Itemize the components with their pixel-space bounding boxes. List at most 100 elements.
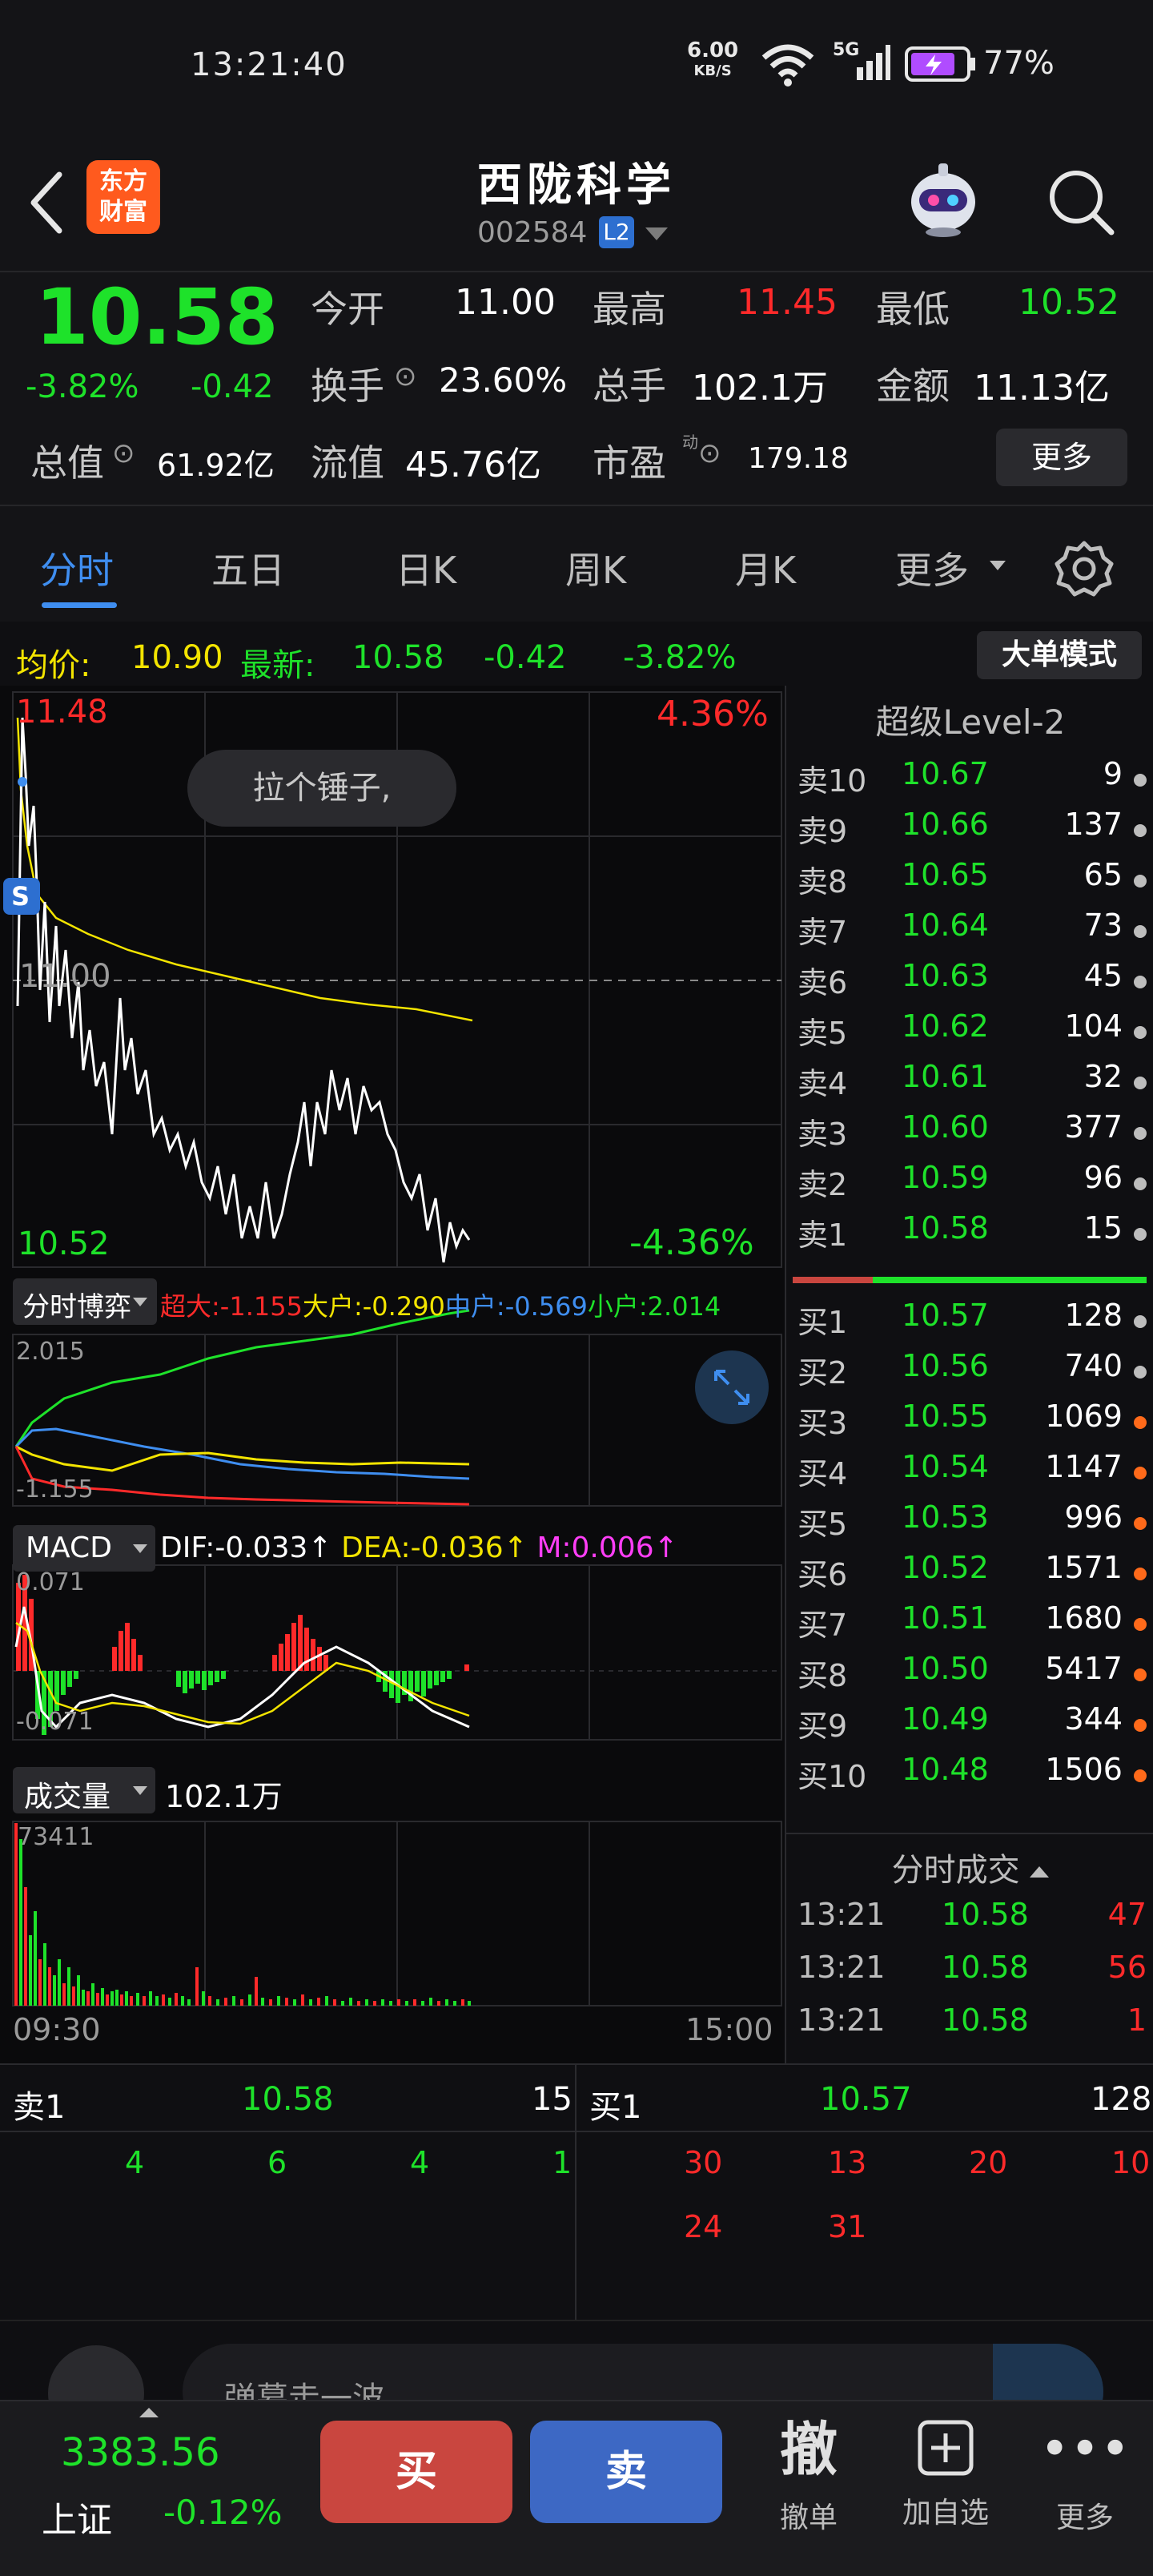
chevron-up-icon[interactable] bbox=[139, 2408, 159, 2417]
order-dot-icon bbox=[1134, 1568, 1147, 1580]
order-dot-icon bbox=[1134, 774, 1147, 787]
status-time: 13:21:40 bbox=[191, 46, 348, 83]
chevron-down-icon[interactable] bbox=[645, 227, 668, 240]
macd-selector[interactable]: MACD bbox=[13, 1525, 155, 1572]
queue-bid-vol: 128 bbox=[1091, 2081, 1152, 2118]
fund-axis-top: 2.015 bbox=[16, 1338, 85, 1366]
add-watchlist-label: 加自选 bbox=[902, 2497, 989, 2530]
order-dot-icon bbox=[1134, 1366, 1147, 1379]
logo-line2: 财富 bbox=[99, 198, 147, 226]
dea-arrow-icon: ↑ bbox=[503, 1532, 537, 1564]
info-icon[interactable]: ⊙ bbox=[112, 437, 135, 469]
stock-code[interactable]: 002584 bbox=[477, 216, 587, 249]
ask-row[interactable]: 卖8 10.65 65 bbox=[786, 857, 1153, 908]
bid-row[interactable]: 买8 10.50 5417 bbox=[786, 1651, 1153, 1702]
tab-weekly-k[interactable]: 周K bbox=[565, 541, 626, 594]
back-arrow-icon[interactable] bbox=[24, 167, 72, 239]
dea-value: -0.036 bbox=[410, 1532, 504, 1564]
order-dot-icon bbox=[1134, 1077, 1147, 1089]
low-label: 最低 bbox=[876, 288, 950, 331]
latest-change: -0.42 bbox=[484, 639, 567, 676]
ask-row[interactable]: 卖10 10.67 9 bbox=[786, 756, 1153, 807]
fund-axis-bottom: -1.155 bbox=[16, 1475, 94, 1503]
network-type: 5G bbox=[833, 40, 860, 60]
bid-row[interactable]: 买6 10.52 1571 bbox=[786, 1550, 1153, 1601]
fund-flow-selector[interactable]: 分时博弈 bbox=[13, 1278, 157, 1325]
bid-row[interactable]: 买1 10.57 128 bbox=[786, 1298, 1153, 1349]
bid-level-label: 买1 bbox=[797, 1305, 848, 1340]
ask-row[interactable]: 卖9 10.66 137 bbox=[786, 807, 1153, 858]
volume-selector[interactable]: 成交量 bbox=[13, 1767, 155, 1813]
net-speed: 6.00 KB/S bbox=[687, 40, 738, 82]
tab-daily-k[interactable]: 日K bbox=[396, 541, 456, 594]
gear-icon[interactable] bbox=[1054, 538, 1115, 599]
order-book-title: 超级Level-2 bbox=[875, 702, 1066, 742]
pe-label: 市盈 bbox=[593, 441, 666, 485]
ask-row[interactable]: 卖3 10.60 377 bbox=[786, 1109, 1153, 1161]
chevron-down-icon bbox=[990, 561, 1006, 570]
float-label: 流值 bbox=[311, 441, 384, 485]
more-details-button[interactable]: 更多 bbox=[996, 429, 1127, 486]
bid-level-label: 买5 bbox=[797, 1507, 848, 1542]
add-watchlist-button[interactable]: 加自选 bbox=[886, 2417, 1006, 2531]
expand-icon[interactable] bbox=[709, 1365, 754, 1410]
chart-area[interactable]: 11.48 4.36% 11.00 10.52 -4.36% 拉个锤子, S 分… bbox=[0, 686, 785, 2063]
ask-volume: 104 bbox=[1064, 1008, 1123, 1044]
bid-row[interactable]: 买5 10.53 996 bbox=[786, 1499, 1153, 1551]
cancel-order-button[interactable]: 撤 撤单 bbox=[761, 2417, 857, 2536]
ask-price: 10.59 bbox=[902, 1160, 989, 1195]
order-dot-icon bbox=[1134, 925, 1147, 938]
ask-row[interactable]: 卖1 10.58 15 bbox=[786, 1210, 1153, 1262]
add-square-icon bbox=[918, 2420, 974, 2476]
macd-axis-bottom: -0.071 bbox=[16, 1708, 94, 1736]
bid-row[interactable]: 买4 10.54 1147 bbox=[786, 1449, 1153, 1500]
tick-row: 13:21 10.58 1 bbox=[786, 2002, 1153, 2054]
bid-price: 10.53 bbox=[902, 1499, 989, 1535]
order-dot-icon bbox=[1134, 1517, 1147, 1530]
order-dot-icon bbox=[1134, 1618, 1147, 1631]
tick-time: 13:21 bbox=[797, 1897, 886, 1932]
chart-ref-price: 11.00 bbox=[19, 958, 111, 995]
bid-row[interactable]: 买10 10.48 1506 bbox=[786, 1752, 1153, 1803]
ask-row[interactable]: 卖4 10.61 32 bbox=[786, 1059, 1153, 1110]
sell-button[interactable]: 卖 bbox=[530, 2421, 722, 2523]
tick-price: 10.58 bbox=[942, 1897, 1029, 1932]
change-amount: -0.42 bbox=[191, 368, 274, 405]
ask-row[interactable]: 卖2 10.59 96 bbox=[786, 1160, 1153, 1211]
tab-intraday[interactable]: 分时 bbox=[40, 541, 114, 594]
super-label: 超大: bbox=[160, 1291, 220, 1322]
price-info-line: 均价: 10.90 最新: 10.58 -0.42 -3.82% 大单模式 bbox=[0, 622, 1153, 686]
ask-row[interactable]: 卖6 10.63 45 bbox=[786, 958, 1153, 1009]
robot-assistant-icon[interactable] bbox=[902, 157, 985, 240]
app-logo[interactable]: 东方 财富 bbox=[86, 160, 160, 234]
ask-row[interactable]: 卖7 10.64 73 bbox=[786, 908, 1153, 959]
tab-monthly-k[interactable]: 月K bbox=[735, 541, 796, 594]
danmaku-bubble[interactable]: 拉个锤子, bbox=[187, 750, 456, 827]
index-name[interactable]: 上证 bbox=[42, 2491, 112, 2542]
bid-row[interactable]: 买9 10.49 344 bbox=[786, 1701, 1153, 1753]
search-icon[interactable] bbox=[1044, 165, 1116, 237]
dif-value: -0.033 bbox=[215, 1532, 308, 1564]
tab-five-day[interactable]: 五日 bbox=[211, 541, 285, 594]
info-icon[interactable]: ⊙ bbox=[394, 360, 417, 392]
bid-row[interactable]: 买3 10.55 1069 bbox=[786, 1399, 1153, 1450]
ask-price: 10.60 bbox=[902, 1109, 989, 1145]
volume-grid bbox=[12, 1821, 782, 2006]
ask-volume: 96 bbox=[1083, 1160, 1123, 1195]
big-order-mode-button[interactable]: 大单模式 bbox=[977, 631, 1142, 679]
buy-button[interactable]: 买 bbox=[320, 2421, 512, 2523]
index-value[interactable]: 3383.56 bbox=[61, 2430, 220, 2475]
bid-row[interactable]: 买2 10.56 740 bbox=[786, 1348, 1153, 1399]
ask-row[interactable]: 卖5 10.62 104 bbox=[786, 1008, 1153, 1060]
tab-more[interactable]: 更多 bbox=[895, 541, 969, 594]
chevron-down-icon bbox=[133, 1786, 147, 1795]
bid-row[interactable]: 买7 10.51 1680 bbox=[786, 1600, 1153, 1652]
large-label: 大户: bbox=[302, 1291, 363, 1322]
order-queue: 卖1 10.58 15 买1 10.57 128 4 6 4 1 30 13 2… bbox=[0, 2063, 1153, 2321]
ticks-title[interactable]: 分时成交 bbox=[786, 1844, 1153, 1890]
chevron-down-icon bbox=[133, 1298, 147, 1306]
info-icon[interactable]: ⊙ bbox=[698, 437, 721, 469]
sell-marker-label[interactable]: S bbox=[11, 881, 30, 912]
logo-line1: 东方 bbox=[99, 167, 147, 195]
more-menu-button[interactable]: ••• 更多 bbox=[1033, 2417, 1137, 2536]
